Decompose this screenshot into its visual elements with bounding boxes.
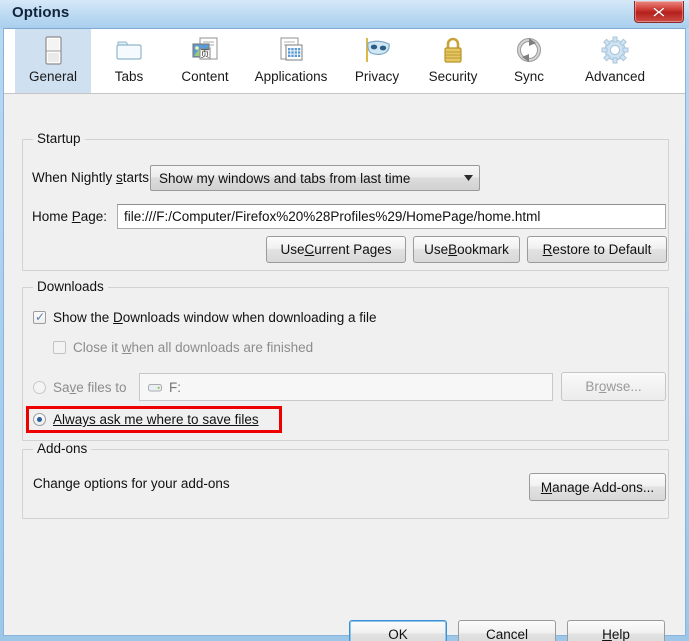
cancel-button[interactable]: Cancel <box>458 620 556 641</box>
close-when-finished-checkbox-row[interactable]: Close it when all downloads are finished <box>53 340 313 355</box>
when-starts-label: When Nightly starts: <box>32 170 153 185</box>
tab-general[interactable]: General <box>15 29 91 93</box>
always-ask-radio[interactable] <box>33 413 46 426</box>
close-when-finished-checkbox[interactable] <box>53 341 66 354</box>
help-button[interactable]: Help <box>567 620 665 641</box>
options-dialog-window: Options General Tabs 页 Content Applicati… <box>0 0 689 641</box>
save-files-to-label: Save files to <box>53 380 127 395</box>
sync-arrows-icon <box>514 34 544 68</box>
tab-sync[interactable]: Sync <box>491 29 567 93</box>
advanced-gear-icon <box>599 34 631 68</box>
browse-button[interactable]: Br o wse... <box>561 372 666 401</box>
svg-text:页: 页 <box>200 49 209 60</box>
tab-privacy[interactable]: Privacy <box>339 29 415 93</box>
close-x-icon <box>652 6 665 17</box>
title-bar: Options <box>0 0 689 28</box>
tab-security-label: Security <box>428 69 478 84</box>
ok-button[interactable]: OK <box>349 620 447 641</box>
window-title: Options <box>12 4 70 21</box>
use-bookmark-button[interactable]: Use Bookmark <box>413 236 520 263</box>
tab-content-label: Content <box>181 69 229 84</box>
close-button[interactable] <box>634 1 684 23</box>
home-page-input[interactable]: file:///F:/Computer/Firefox%20%28Profile… <box>117 204 666 229</box>
always-ask-radio-row[interactable]: Always ask me where to save files <box>33 412 259 427</box>
startup-behavior-selected-value: Show my windows and tabs from last time <box>159 170 411 186</box>
tab-advanced-label: Advanced <box>584 69 646 84</box>
options-tab-strip: General Tabs 页 Content Applications Priv… <box>4 29 685 94</box>
dialog-client-area: General Tabs 页 Content Applications Priv… <box>3 28 686 641</box>
tab-general-label: General <box>28 69 78 84</box>
security-lock-icon <box>438 34 468 68</box>
save-directory-value: F: <box>169 379 181 395</box>
checkmark-icon: ✓ <box>35 310 46 324</box>
save-directory-field[interactable]: F: <box>139 373 553 401</box>
ok-button-label: OK <box>388 626 408 641</box>
show-downloads-window-checkbox-row[interactable]: ✓ Show the Downloads window when downloa… <box>33 310 376 325</box>
tab-tabs-label: Tabs <box>114 69 144 84</box>
cancel-button-label: Cancel <box>485 626 529 641</box>
show-downloads-window-label: Show the Downloads window when downloadi… <box>53 310 377 325</box>
tab-tabs[interactable]: Tabs <box>91 29 167 93</box>
home-page-input-value: file:///F:/Computer/Firefox%20%28Profile… <box>124 209 541 224</box>
tab-applications[interactable]: Applications <box>243 29 339 93</box>
tab-content[interactable]: 页 Content <box>167 29 243 93</box>
home-page-label: Home Page: <box>32 209 108 224</box>
startup-group-title: Startup <box>33 131 85 146</box>
use-current-pages-button[interactable]: Use Current Pages <box>266 236 406 263</box>
tab-privacy-label: Privacy <box>354 69 400 84</box>
tab-security[interactable]: Security <box>415 29 491 93</box>
folder-tabs-icon <box>113 34 145 68</box>
tab-advanced[interactable]: Advanced <box>567 29 663 93</box>
show-downloads-window-checkbox[interactable]: ✓ <box>33 311 46 324</box>
tab-sync-label: Sync <box>513 69 544 84</box>
startup-behavior-select[interactable]: Show my windows and tabs from last time <box>150 165 480 191</box>
radio-dot-icon <box>37 417 42 422</box>
always-ask-label: Always ask me where to save files <box>53 412 259 427</box>
privacy-mask-icon <box>360 34 394 68</box>
general-window-icon <box>38 34 68 68</box>
content-page-icon: 页 <box>188 34 222 68</box>
addons-description: Change options for your add-ons <box>33 476 230 491</box>
drive-icon <box>148 382 162 393</box>
addons-group-title: Add-ons <box>33 441 92 456</box>
close-when-finished-label: Close it when all downloads are finished <box>73 340 314 355</box>
manage-addons-button[interactable]: Manage Add-ons... <box>529 473 666 501</box>
restore-to-default-button[interactable]: Restore to Default <box>527 236 667 263</box>
downloads-group-title: Downloads <box>33 279 108 294</box>
save-files-to-radio[interactable] <box>33 381 46 394</box>
chevron-down-icon <box>457 175 479 181</box>
save-files-to-radio-row[interactable]: Save files to <box>33 380 127 395</box>
applications-icon <box>275 34 307 68</box>
tab-applications-label: Applications <box>254 69 328 84</box>
